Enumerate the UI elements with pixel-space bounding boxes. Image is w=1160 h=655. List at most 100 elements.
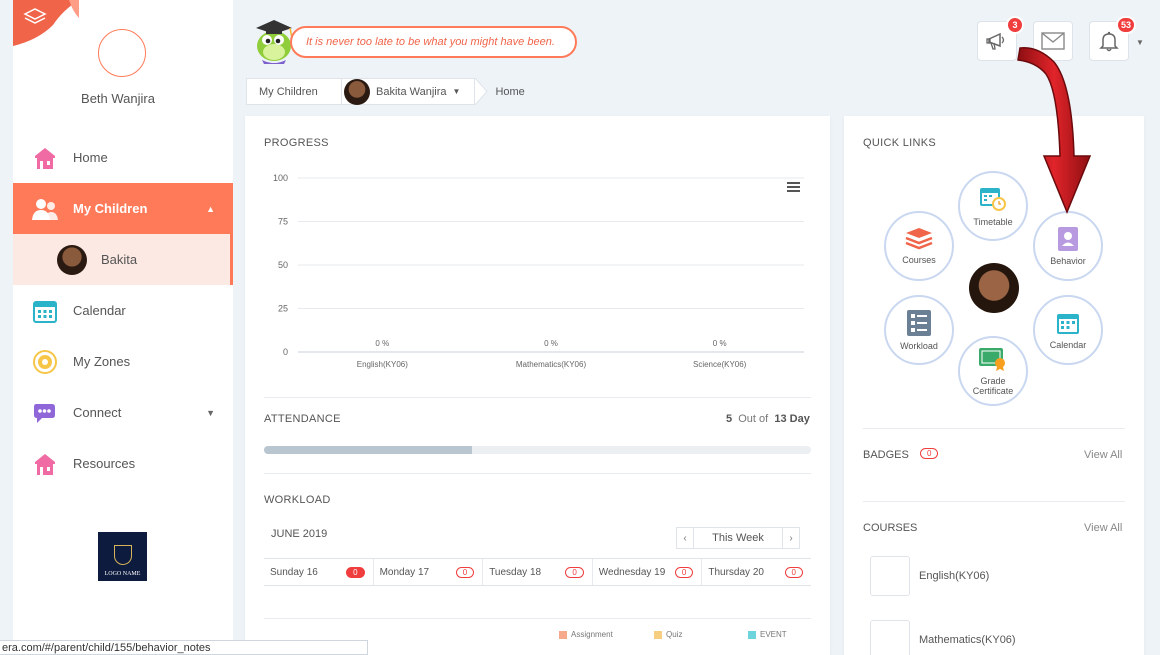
courses-view-all-link[interactable]: View All	[1084, 522, 1122, 534]
day-label: Wednesday 19	[598, 566, 666, 578]
y-tick-label: 25	[278, 304, 288, 314]
sidebar-item-connect[interactable]: Connect ▼	[13, 387, 233, 438]
sidebar-item-child-bakita[interactable]: Bakita	[13, 234, 233, 285]
prev-week-button[interactable]: ‹	[676, 527, 694, 549]
day-label: Tuesday 18	[489, 566, 542, 578]
breadcrumb-label: Home	[495, 85, 525, 98]
divider	[264, 473, 811, 474]
workload-title: WORKLOAD	[264, 494, 331, 506]
child-avatar	[57, 244, 87, 275]
calendar-icon	[31, 297, 59, 325]
quick-link-label: Behavior	[1050, 255, 1086, 266]
data-label: 0 %	[713, 339, 727, 348]
legend-swatch	[559, 630, 567, 639]
children-icon	[31, 195, 59, 223]
workload-day[interactable]: Wednesday 19 0	[593, 559, 703, 585]
sidebar-item-label: My Zones	[73, 354, 131, 369]
y-tick-label: 0	[283, 347, 288, 357]
account-menu-caret-icon[interactable]: ▼	[1136, 38, 1144, 47]
workload-day[interactable]: Tuesday 18 0	[483, 559, 593, 585]
caret-down-icon: ▼	[452, 87, 461, 96]
legend-assignment: Assignment	[559, 630, 613, 639]
sidebar-item-calendar[interactable]: Calendar	[13, 285, 233, 336]
workload-day[interactable]: Monday 17 0	[374, 559, 484, 585]
courses-title: COURSES	[863, 522, 918, 534]
day-count-badge: 0	[674, 566, 694, 578]
sidebar-item-resources[interactable]: Resources	[13, 438, 233, 489]
behavior-icon	[1058, 226, 1078, 251]
user-avatar[interactable]	[98, 29, 146, 77]
quick-link-calendar[interactable]: Calendar	[1033, 295, 1103, 365]
sidebar-item-home[interactable]: Home	[13, 132, 233, 183]
calendar-icon	[1057, 313, 1079, 334]
divider	[264, 618, 811, 619]
course-name: English(KY06)	[919, 570, 990, 582]
badges-count: 0	[920, 448, 939, 459]
quick-link-workload[interactable]: Workload	[884, 295, 954, 365]
day-count-badge: 0	[346, 566, 365, 578]
badges-title: BADGES	[863, 449, 909, 461]
sidebar-item-my-zones[interactable]: My Zones	[13, 336, 233, 387]
y-tick-label: 75	[278, 217, 288, 227]
attendance-summary: 5 Out of 13 Day	[726, 413, 810, 425]
workload-month: JUNE 2019	[271, 528, 328, 540]
quick-link-label: Calendar	[1049, 339, 1087, 350]
data-label: 0 %	[375, 339, 389, 348]
attendance-present: 5	[726, 413, 733, 425]
chevron-down-icon: ▼	[206, 407, 215, 418]
day-label: Monday 17	[379, 566, 430, 578]
badges-view-all-link[interactable]: View All	[1084, 449, 1122, 461]
day-label: Thursday 20	[708, 566, 764, 578]
home-icon	[31, 144, 59, 172]
sidebar-item-my-children[interactable]: My Children ▲	[13, 183, 233, 234]
x-tick-label: Mathematics(KY06)	[516, 360, 587, 369]
attendance-out-of: Out of	[738, 413, 769, 425]
megaphone-icon	[986, 32, 1005, 50]
child-photo	[969, 263, 1019, 313]
breadcrumb-separator-icon	[475, 78, 489, 105]
legend-label: EVENT	[760, 630, 787, 639]
day-label: Sunday 16	[270, 566, 318, 578]
day-count-badge: 0	[784, 566, 803, 578]
attendance-progress-bar	[264, 446, 811, 454]
day-count-badge: 0	[565, 566, 584, 578]
breadcrumb-my-children[interactable]: My Children	[246, 78, 342, 105]
x-tick-label: Science(KY06)	[693, 360, 747, 369]
app-logo-icon[interactable]	[13, 0, 79, 46]
x-tick-label: English(KY06)	[357, 360, 408, 369]
quick-link-grade-certificate[interactable]: Grade Certificate	[958, 336, 1028, 406]
motivational-quote: It is never too late to be what you migh…	[290, 26, 577, 58]
course-item[interactable]: Mathematics(KY06)	[870, 620, 1016, 655]
sidebar-item-label: Connect	[73, 405, 122, 420]
chevron-up-icon: ▲	[206, 203, 215, 214]
school-logo: LOGO NAME	[98, 532, 147, 581]
certificate-icon	[979, 347, 1005, 371]
legend-swatch	[748, 630, 756, 639]
breadcrumb-child-name: Bakita Wanjira	[376, 85, 447, 98]
browser-status-bar: era.com/#/parent/child/155/behavior_note…	[0, 640, 368, 655]
progress-chart: 100 75 50 25 0 0 % English(KY06) 0 % Mathematics…	[273, 173, 804, 369]
school-logo-text: LOGO NAME	[104, 571, 141, 577]
attendance-progress-fill	[264, 446, 472, 454]
quick-link-courses[interactable]: Courses	[884, 211, 954, 281]
week-label-button[interactable]: This Week	[694, 527, 782, 549]
progress-title: PROGRESS	[264, 137, 329, 149]
day-count-badge: 0	[455, 566, 475, 578]
quick-link-behavior[interactable]: Behavior	[1033, 211, 1103, 281]
quick-link-label: Grade Certificate	[972, 375, 1014, 396]
course-name: Mathematics(KY06)	[919, 634, 1016, 646]
legend-label: Quiz	[666, 630, 683, 639]
breadcrumb-child-selector[interactable]: Bakita Wanjira ▼	[342, 78, 476, 105]
workload-day[interactable]: Thursday 20 0	[702, 559, 811, 585]
notifications-count-badge: 53	[1115, 16, 1136, 34]
course-item[interactable]: English(KY06)	[870, 556, 989, 596]
announcements-count-badge: 3	[1006, 16, 1024, 34]
child-avatar	[344, 78, 370, 105]
legend-event: EVENT	[748, 630, 787, 639]
next-week-button[interactable]: ›	[782, 527, 800, 549]
timetable-icon	[980, 187, 1006, 211]
attendance-title: ATTENDANCE	[264, 413, 341, 425]
workload-day[interactable]: Sunday 16 0	[264, 559, 374, 585]
sidebar-nav: Home My Children ▲ Bakita Calendar My Zo…	[13, 132, 233, 489]
legend-swatch	[654, 630, 662, 639]
